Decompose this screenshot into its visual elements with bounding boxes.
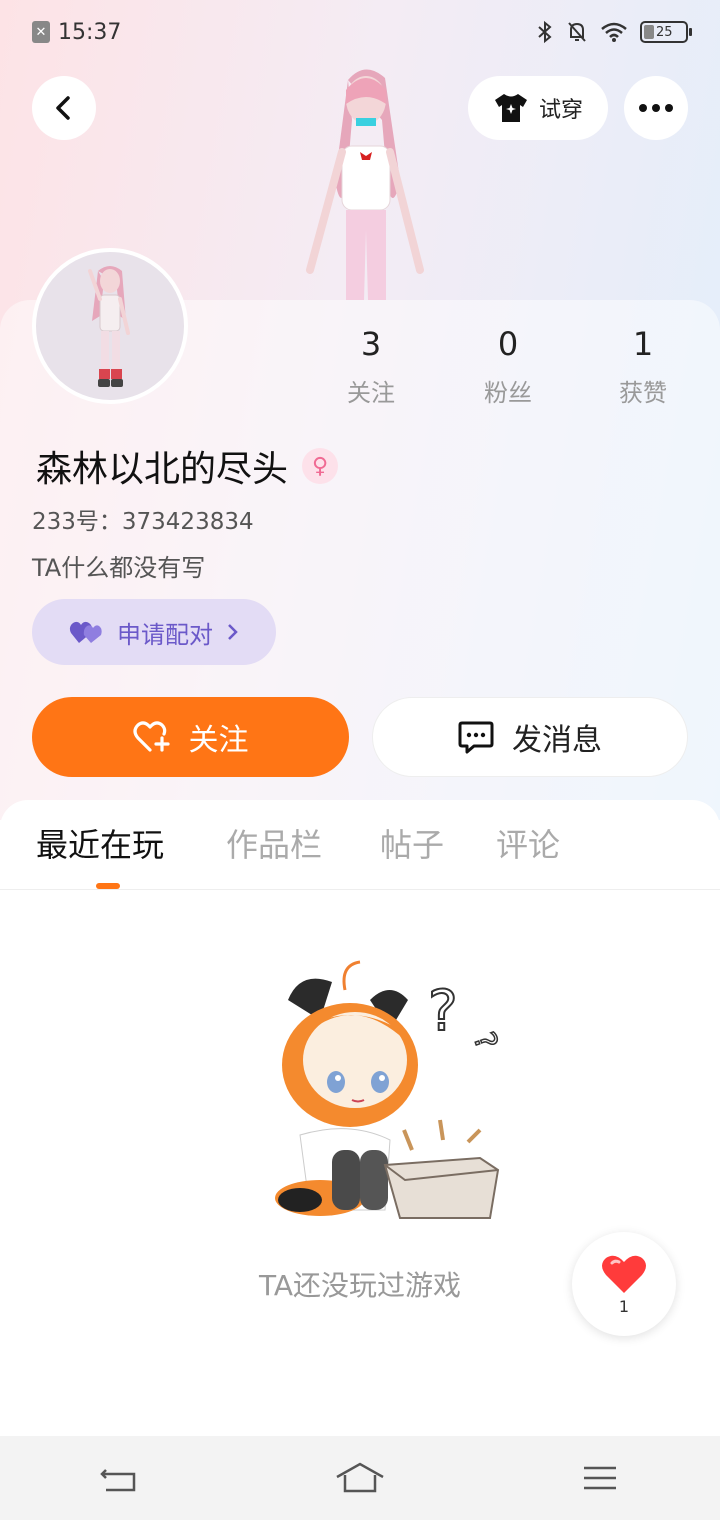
avatar[interactable]: [32, 248, 188, 404]
heart-plus-icon: [132, 721, 170, 752]
tab-divider: [0, 889, 720, 890]
stat-fans-value: 0: [497, 325, 519, 363]
stat-fans-label: 粉丝: [484, 379, 532, 407]
tshirt-icon: [494, 94, 527, 122]
stat-likes-label: 获赞: [619, 379, 667, 407]
stat-following-value: 3: [360, 325, 382, 363]
more-button[interactable]: [624, 76, 688, 140]
stat-following-label: 关注: [347, 379, 395, 407]
status-bar: ✕ 15:37 25: [0, 0, 720, 64]
like-count: 1: [618, 1296, 630, 1316]
double-heart-icon: [69, 621, 102, 643]
username-row: 森林以北的尽头 ♀: [36, 440, 339, 492]
chat-bubble-icon: [458, 721, 494, 754]
chevron-left-icon: [56, 96, 70, 120]
follow-label: 关注: [188, 723, 249, 758]
bio: TA什么都没有写: [32, 554, 206, 582]
bluetooth-icon: [538, 20, 552, 44]
try-on-button[interactable]: 试穿: [468, 76, 608, 140]
follow-button[interactable]: 关注: [32, 697, 349, 777]
apply-pair-button[interactable]: 申请配对: [32, 599, 276, 665]
user-id: 233号：373423834: [32, 509, 254, 535]
tab-posts[interactable]: 帖子: [380, 820, 444, 866]
nav-back-icon: [100, 1469, 136, 1492]
send-message-label: 发消息: [512, 723, 602, 758]
stat-following[interactable]: 3 关注: [311, 325, 431, 408]
like-floating-button[interactable]: 1: [572, 1232, 676, 1336]
nav-menu-icon: [584, 1466, 616, 1490]
nav-home-button[interactable]: [330, 1458, 390, 1498]
stat-likes[interactable]: 1 获赞: [583, 325, 703, 408]
more-dots-icon: [639, 104, 673, 112]
empty-state-illustration: ? ?: [275, 960, 505, 1219]
avatar-figure-thumbnail: [88, 266, 130, 387]
try-on-label: 试穿: [538, 98, 583, 123]
wifi-icon: [601, 22, 627, 42]
battery-level: 25: [656, 24, 673, 40]
female-gender-icon: ♀: [302, 448, 339, 484]
heart-icon: [602, 1255, 646, 1293]
tab-recently-played[interactable]: 最近在玩: [36, 820, 164, 866]
username: 森林以北的尽头: [36, 449, 289, 490]
svg-text:?: ?: [466, 1028, 504, 1055]
chevron-right-icon: [228, 624, 238, 640]
status-time: 15:37: [58, 19, 122, 45]
nav-menu-button[interactable]: [570, 1458, 630, 1498]
avatar-3d-figure[interactable]: [290, 60, 440, 300]
nav-back-button[interactable]: [90, 1458, 150, 1498]
profile-tabs: 最近在玩 作品栏 帖子 评论: [0, 820, 720, 890]
send-message-button[interactable]: 发消息: [372, 697, 688, 777]
back-button[interactable]: [32, 76, 96, 140]
system-navigation-bar: [0, 1436, 720, 1520]
battery-icon: 25: [640, 21, 692, 43]
tab-comments[interactable]: 评论: [496, 820, 560, 866]
mute-bell-icon: [568, 22, 586, 42]
stat-likes-value: 1: [632, 325, 654, 363]
stat-fans[interactable]: 0 粉丝: [448, 325, 568, 408]
apply-pair-label: 申请配对: [117, 620, 213, 649]
tab-works[interactable]: 作品栏: [226, 820, 322, 866]
svg-text:?: ?: [428, 979, 458, 1044]
sim-x-icon: ✕: [32, 21, 50, 43]
nav-home-icon: [336, 1462, 384, 1493]
